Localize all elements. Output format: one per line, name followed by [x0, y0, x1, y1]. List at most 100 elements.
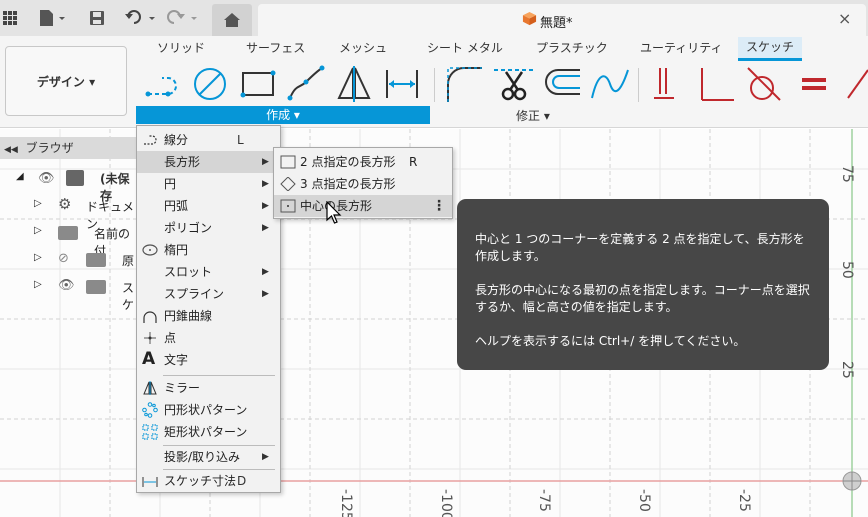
redo-icon[interactable] — [166, 8, 200, 28]
dimension-tool-icon[interactable] — [382, 64, 422, 104]
tab-sketch[interactable]: スケッチ — [738, 37, 803, 61]
menu-item-rectangle[interactable]: 長方形 ▶ — [137, 151, 280, 173]
browser-panel-header[interactable]: ◀◀ ブラウザ — [0, 137, 150, 159]
rectangular-pattern-icon — [142, 424, 158, 440]
undo-icon[interactable] — [124, 8, 158, 28]
circular-pattern-icon — [142, 402, 158, 418]
menu-item-mirror[interactable]: ミラー — [137, 377, 280, 399]
menu-item-conic-curve[interactable]: 円錐曲線 — [137, 305, 280, 327]
menu-item-point[interactable]: 点 — [137, 327, 280, 349]
ribbon-separator — [434, 68, 435, 102]
eye-icon[interactable]: 👁 — [38, 171, 55, 186]
menu-item-spline[interactable]: スプライン ▶ — [137, 283, 280, 305]
submenu-arrow-icon: ▶ — [262, 179, 269, 189]
expand-arrow-icon[interactable]: ▷ — [34, 279, 42, 290]
line-tool-icon[interactable] — [142, 64, 182, 104]
menu-item-sketch-dimension[interactable]: スケッチ寸法 D — [137, 470, 280, 492]
file-menu-icon[interactable] — [38, 8, 68, 28]
tab-plastic[interactable]: プラスチック — [536, 39, 608, 56]
ellipse-icon — [142, 244, 158, 256]
axis-label-y: 25 — [839, 361, 855, 379]
tangent-constraint-icon[interactable] — [744, 64, 784, 104]
axis-label-x: -125 — [338, 489, 354, 517]
submenu-arrow-icon: ▶ — [262, 223, 269, 233]
extend-curve-tool-icon[interactable] — [590, 64, 630, 104]
submenu-item-center-rectangle[interactable]: 中心の長方形 ⋮ — [274, 195, 452, 217]
offset-tool-icon[interactable] — [542, 64, 582, 104]
tab-solid[interactable]: ソリッド — [157, 39, 205, 56]
menu-item-rectangular-pattern[interactable]: 矩形状パターン — [137, 421, 280, 443]
browser-row-sketches[interactable]: ▷ 👁 スケ — [0, 276, 140, 312]
submenu-arrow-icon: ▶ — [262, 289, 269, 299]
tab-surface[interactable]: サーフェス — [246, 39, 305, 56]
tab-utilities[interactable]: ユーティリティ — [640, 39, 723, 56]
expand-arrow-icon[interactable]: ▷ — [34, 198, 42, 209]
menu-item-arc[interactable]: 円弧 ▶ — [137, 195, 280, 217]
menu-divider — [163, 375, 275, 376]
home-tab[interactable] — [212, 4, 252, 36]
axis-label-x: -25 — [736, 489, 752, 512]
submenu-arrow-icon: ▶ — [262, 157, 269, 167]
menu-item-text[interactable]: A 文字 — [137, 349, 280, 371]
gear-icon: ⚙ — [58, 195, 72, 213]
submenu-arrow-icon: ▶ — [262, 201, 269, 211]
component-icon — [66, 170, 84, 186]
text-a-icon: A — [142, 349, 156, 369]
menu-item-circular-pattern[interactable]: 円形状パターン — [137, 399, 280, 421]
rectangle-tool-icon[interactable] — [238, 64, 278, 104]
design-cube-icon — [522, 11, 537, 26]
mirror-tool-icon[interactable] — [334, 64, 374, 104]
ribbon-separator — [638, 68, 639, 102]
spline-tool-icon[interactable] — [286, 64, 326, 104]
three-point-rectangle-icon — [280, 177, 296, 191]
menu-item-circle[interactable]: 円 ▶ — [137, 173, 280, 195]
circle-tool-icon[interactable] — [190, 64, 230, 104]
menu-item-polygon[interactable]: ポリゴン ▶ — [137, 217, 280, 239]
perpendicular-constraint-icon[interactable] — [696, 64, 736, 104]
browser-row-origin[interactable]: ▷ ⊘ 原 — [0, 249, 140, 273]
two-point-rectangle-icon — [280, 155, 296, 169]
more-options-icon[interactable]: ⋮ — [432, 195, 446, 217]
expand-arrow-icon[interactable]: ▷ — [34, 252, 42, 263]
tab-mesh[interactable]: メッシュ — [339, 39, 387, 56]
point-icon — [144, 332, 156, 344]
axis-label-x: -50 — [636, 489, 652, 512]
mirror-icon — [143, 381, 157, 395]
mouse-cursor-icon — [326, 201, 342, 224]
submenu-item-2-point-rectangle[interactable]: 2 点指定の長方形 R — [274, 151, 452, 173]
browser-row-named-views[interactable]: ▷ 名前の付 — [0, 222, 140, 258]
create-dropdown-menu: 線分 L 長方形 ▶ 円 ▶ 円弧 ▶ ポリゴン ▶ 楕円 スロット ▶ スプライン ▶ 円錐… — [136, 125, 281, 493]
eye-icon[interactable]: 👁 — [58, 278, 75, 293]
equal-constraint-icon[interactable] — [794, 64, 834, 104]
parallel-constraint-icon[interactable] — [842, 64, 868, 104]
trim-tool-icon[interactable] — [494, 64, 534, 104]
fillet-tool-icon[interactable] — [444, 64, 484, 104]
apps-grid-icon[interactable] — [0, 8, 20, 28]
create-group-button[interactable]: 作成 ▾ — [136, 106, 430, 124]
close-tab-icon[interactable]: × — [838, 9, 851, 28]
document-title: 無題* — [540, 16, 573, 31]
workspace-dropdown[interactable]: デザイン ▾ — [5, 46, 127, 116]
eye-hidden-icon[interactable]: ⊘ — [58, 251, 69, 266]
menu-item-ellipse[interactable]: 楕円 — [137, 239, 280, 261]
rectangle-submenu: 2 点指定の長方形 R 3 点指定の長方形 中心の長方形 ⋮ — [273, 147, 453, 219]
coincident-constraint-icon[interactable] — [650, 64, 690, 104]
menu-item-line[interactable]: 線分 L — [137, 129, 280, 151]
expand-arrow-icon[interactable]: ▷ — [34, 225, 42, 236]
help-tooltip: 中心と 1 つのコーナーを定義する 2 点を指定して、長方形を作成します。 長方… — [457, 199, 829, 370]
collapse-arrow-icon[interactable]: ◢ — [16, 171, 24, 182]
browser-row-doc-settings[interactable]: ▷ ⚙ ドキュメン — [0, 195, 140, 231]
collapse-panel-icon[interactable]: ◀◀ — [4, 145, 18, 155]
center-rectangle-icon — [280, 199, 296, 213]
browser-row-root[interactable]: ◢ 👁 (未保存 — [0, 168, 140, 203]
tab-sheet-metal[interactable]: シート メタル — [427, 39, 503, 56]
submenu-item-3-point-rectangle[interactable]: 3 点指定の長方形 — [274, 173, 452, 195]
menu-item-slot[interactable]: スロット ▶ — [137, 261, 280, 283]
menu-item-project-include[interactable]: 投影/取り込み ▶ — [137, 446, 280, 468]
origin-label: 原 — [122, 254, 135, 268]
line-icon — [144, 135, 157, 145]
modify-group-button[interactable]: 修正 ▾ — [516, 107, 550, 124]
conic-curve-icon — [143, 311, 157, 323]
save-icon[interactable] — [88, 8, 106, 28]
folder-icon — [86, 280, 106, 294]
